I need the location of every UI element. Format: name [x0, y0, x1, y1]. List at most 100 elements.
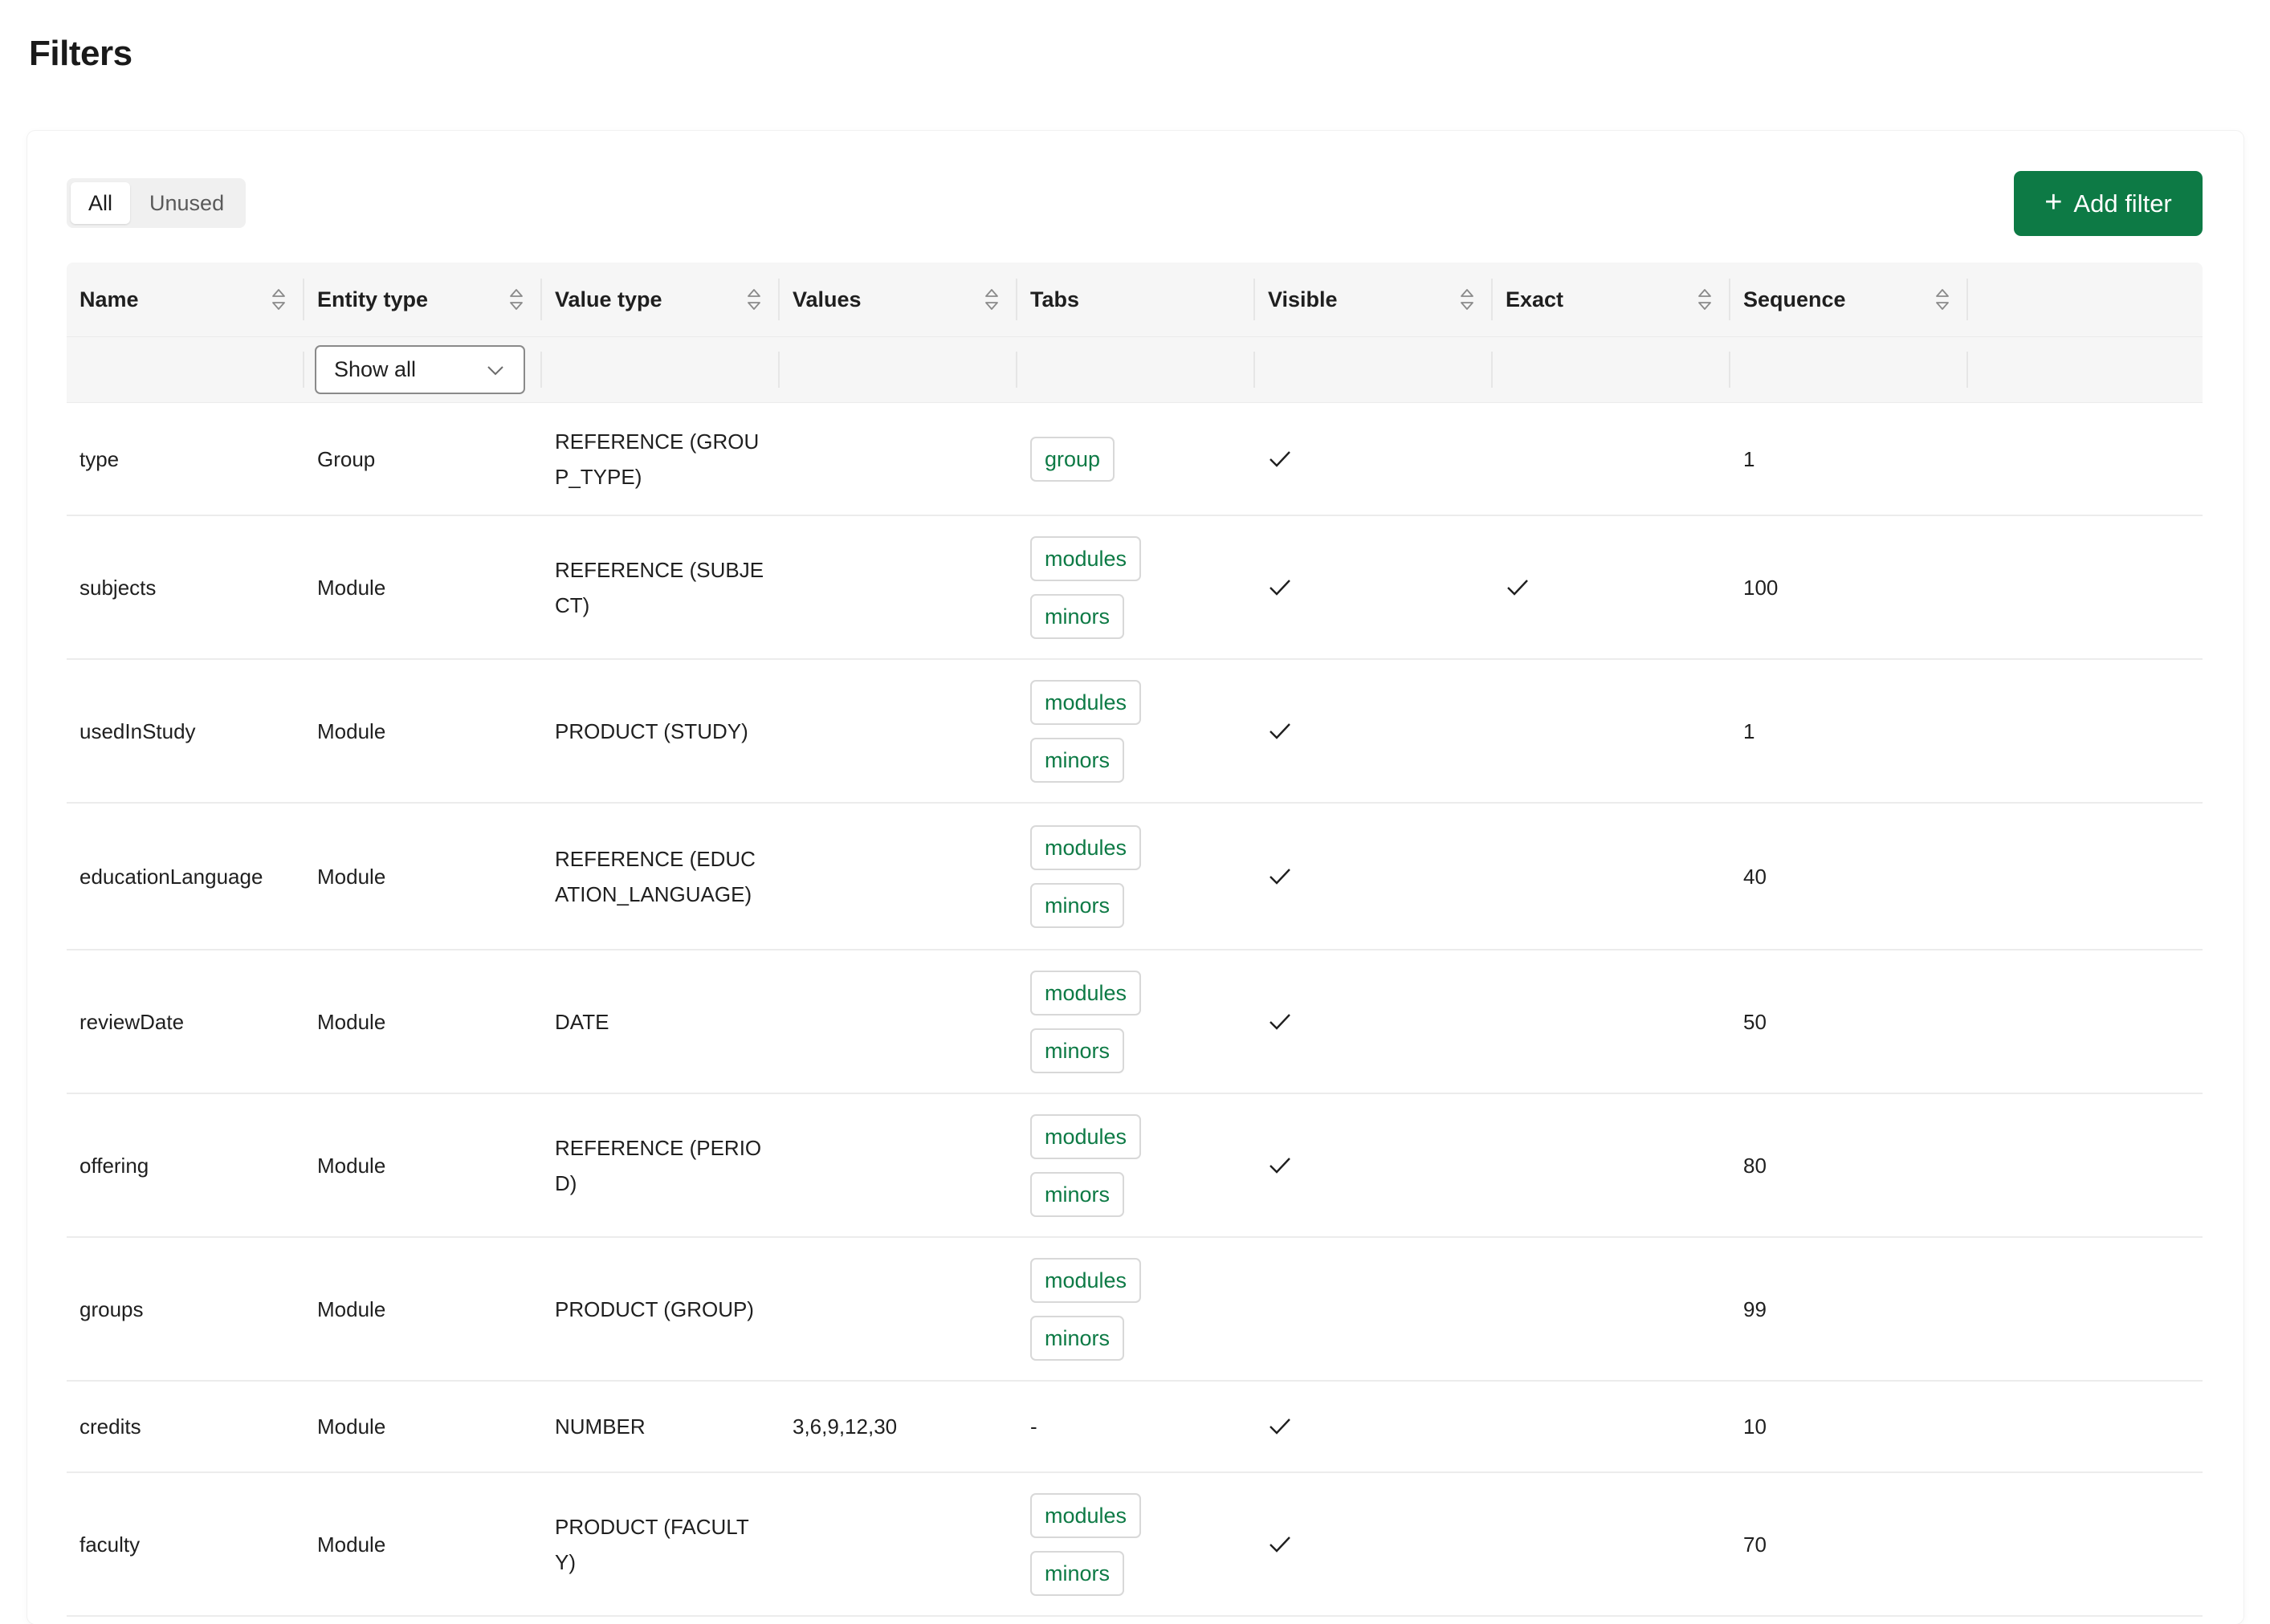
tab-tag-group[interactable]: group [1030, 436, 1115, 482]
cell-entity-type: Module [304, 516, 542, 658]
column-header-name[interactable]: Name [67, 263, 304, 336]
sort-icon[interactable] [1934, 287, 1950, 311]
sequence-text: 99 [1743, 1296, 1767, 1321]
cell-exact [1493, 1238, 1730, 1380]
column-header-actions [1968, 263, 2203, 336]
tab-tag-modules[interactable]: modules [1030, 1113, 1142, 1159]
table-body: type Group REFERENCE (GROUP_TYPE) group 1 sub… [67, 403, 2203, 1617]
tab-tag-modules[interactable]: modules [1030, 1257, 1142, 1303]
table-row[interactable]: offering Module REFERENCE (PERIOD) modules m… [67, 1094, 2203, 1238]
cell-visible [1255, 1473, 1493, 1615]
filter-name: faculty [79, 1532, 141, 1557]
tab-tag-modules[interactable]: modules [1030, 970, 1142, 1016]
table-row[interactable]: reviewDate Module DATE modules minors 50 [67, 950, 2203, 1094]
table-row[interactable]: usedInStudy Module PRODUCT (STUDY) modules m… [67, 660, 2203, 804]
tab-tag-modules[interactable]: modules [1030, 535, 1142, 581]
cell-actions [1968, 804, 2203, 949]
column-header-sequence[interactable]: Sequence [1730, 263, 1968, 336]
cell-values [780, 950, 1017, 1093]
filter-cell-visible [1255, 337, 1493, 402]
cell-entity-type: Module [304, 950, 542, 1093]
cell-values: 3,6,9,12,30 [780, 1382, 1017, 1471]
column-header-entity-type[interactable]: Entity type [304, 263, 542, 336]
filter-cell-entity-type: Show all [304, 337, 542, 402]
column-header-label: Entity type [317, 287, 429, 311]
tab-tag-modules[interactable]: modules [1030, 1492, 1142, 1538]
add-filter-label: Add filter [2073, 189, 2172, 218]
table-row[interactable]: faculty Module PRODUCT (FACULTY) modules min… [67, 1473, 2203, 1617]
add-filter-button[interactable]: + Add filter [2014, 171, 2203, 236]
cell-value-type: NUMBER [542, 1382, 780, 1471]
tab-tag-modules[interactable]: modules [1030, 824, 1142, 870]
tab-tag-minors[interactable]: minors [1030, 1315, 1125, 1361]
column-header-label: Value type [555, 287, 662, 311]
sort-icon[interactable] [508, 287, 524, 311]
segmented-control: All Unused [67, 178, 247, 228]
cell-value-type: PRODUCT (STUDY) [542, 660, 780, 802]
cell-values [780, 1094, 1017, 1236]
cell-entity-type: Module [304, 1094, 542, 1236]
sort-icon[interactable] [271, 287, 287, 311]
cell-values [780, 403, 1017, 515]
segment-unused[interactable]: Unused [132, 182, 242, 224]
column-header-tabs[interactable]: Tabs [1017, 263, 1255, 336]
sequence-text: 100 [1743, 575, 1779, 600]
table-row[interactable]: credits Module NUMBER 3,6,9,12,30 - 10 [67, 1382, 2203, 1473]
cell-visible [1255, 403, 1493, 515]
filter-name: type [79, 446, 120, 471]
tabs-empty-text: - [1030, 1414, 1037, 1439]
sort-icon[interactable] [1459, 287, 1475, 311]
cell-exact [1493, 660, 1730, 802]
tab-tag-minors[interactable]: minors [1030, 737, 1125, 783]
sort-icon[interactable] [746, 287, 762, 311]
tab-tag-minors[interactable]: minors [1030, 593, 1125, 639]
value-type-text: PRODUCT (FACULTY) [555, 1514, 749, 1574]
cell-entity-type: Module [304, 1382, 542, 1471]
sort-icon[interactable] [984, 287, 1000, 311]
filter-name: offering [79, 1153, 149, 1178]
entity-type-select[interactable]: Show all [315, 345, 525, 394]
cell-exact [1493, 516, 1730, 658]
table-row[interactable]: groups Module PRODUCT (GROUP) modules minors… [67, 1238, 2203, 1382]
tab-tag-modules[interactable]: modules [1030, 679, 1142, 725]
cell-tabs: group [1017, 403, 1255, 515]
sequence-text: 1 [1743, 718, 1755, 743]
cell-actions [1968, 660, 2203, 802]
sequence-text: 10 [1743, 1414, 1767, 1439]
header-row: Name Entity type Value type Values Tabs Visib… [67, 263, 2203, 337]
cell-values [780, 1473, 1017, 1615]
entity-type-text: Group [317, 446, 376, 471]
cell-visible [1255, 516, 1493, 658]
sort-icon[interactable] [1697, 287, 1713, 311]
cell-name: educationLanguage [67, 804, 304, 949]
entity-type-text: Module [317, 575, 386, 600]
cell-tabs: modules minors [1017, 516, 1255, 658]
checkmark-icon [1268, 578, 1292, 597]
column-header-label: Sequence [1743, 287, 1846, 311]
column-header-label: Tabs [1030, 287, 1080, 311]
table-row[interactable]: type Group REFERENCE (GROUP_TYPE) group 1 [67, 403, 2203, 516]
cell-sequence: 40 [1730, 804, 1968, 949]
table-row[interactable]: subjects Module REFERENCE (SUBJECT) modules… [67, 516, 2203, 660]
tab-tag-minors[interactable]: minors [1030, 1171, 1125, 1217]
column-header-visible[interactable]: Visible [1255, 263, 1493, 336]
cell-sequence: 1 [1730, 660, 1968, 802]
column-header-value-type[interactable]: Value type [542, 263, 780, 336]
tab-tag-minors[interactable]: minors [1030, 1550, 1125, 1596]
cell-visible [1255, 804, 1493, 949]
cell-value-type: REFERENCE (EDUCATION_LANGUAGE) [542, 804, 780, 949]
entity-type-text: Module [317, 1009, 386, 1034]
cell-entity-type: Module [304, 804, 542, 949]
checkmark-icon [1506, 578, 1530, 597]
entity-type-text: Module [317, 1296, 386, 1321]
column-header-exact[interactable]: Exact [1493, 263, 1730, 336]
cell-tabs: modules minors [1017, 804, 1255, 949]
table-row[interactable]: educationLanguage Module REFERENCE (EDUCAT… [67, 804, 2203, 950]
cell-sequence: 1 [1730, 403, 1968, 515]
column-header-values[interactable]: Values [780, 263, 1017, 336]
checkmark-icon [1268, 722, 1292, 741]
cell-exact [1493, 1094, 1730, 1236]
segment-all[interactable]: All [71, 182, 131, 224]
tab-tag-minors[interactable]: minors [1030, 882, 1125, 928]
tab-tag-minors[interactable]: minors [1030, 1028, 1125, 1073]
